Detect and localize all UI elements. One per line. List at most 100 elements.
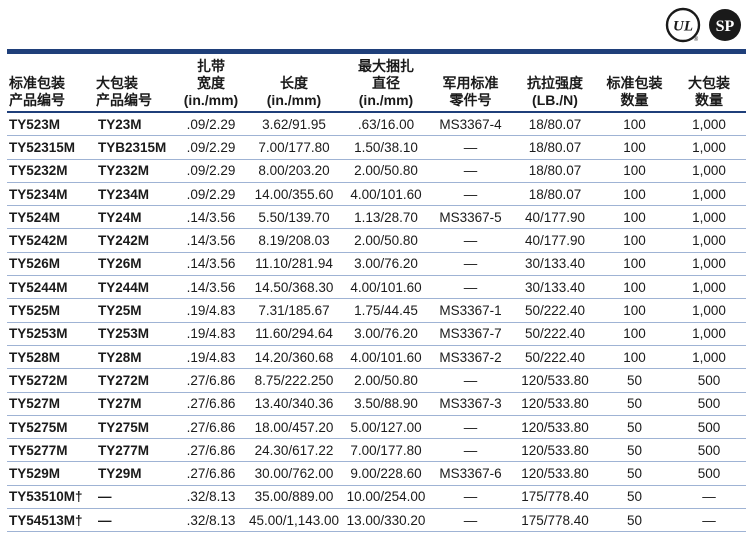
table-cell: 1,000: [672, 228, 746, 253]
table-cell: 3.00/76.20: [344, 322, 428, 346]
table-cell: 1,000: [672, 298, 746, 323]
column-header-line: 大包装: [688, 75, 730, 91]
table-cell: 1.50/38.10: [344, 135, 428, 160]
table-cell: 45.00/1,143.00: [244, 508, 344, 533]
certification-logos: UL ® SP: [665, 6, 743, 44]
table-cell: 175/778.40: [513, 485, 597, 510]
ul-listed-icon: UL ®: [665, 7, 701, 43]
table-cell: —: [672, 485, 746, 510]
table-cell: .27/6.86: [178, 392, 244, 416]
table-cell: 5.00/127.00: [344, 415, 428, 440]
table-cell: 50: [597, 508, 672, 533]
table-cell: .14/3.56: [178, 228, 244, 253]
table-row: TY523M TY23M .09/2.29 3.62/91.95.63/16.00 MS…: [7, 112, 746, 137]
csa-mark: SP: [716, 18, 735, 35]
table-cell: 9.00/228.60: [344, 461, 428, 486]
table-row: TY5232M TY232M .09/2.29 8.00/203.20 2.00/50.…: [7, 159, 746, 183]
table-row: TY528M TY28M .19/4.83 14.20/360.68 4.00/101.…: [7, 345, 746, 370]
table-cell: .14/3.56: [178, 252, 244, 277]
table-cell: 1,000: [672, 252, 746, 277]
table-cell: 7.00/177.80: [344, 438, 428, 463]
table-cell: 30/133.40: [513, 252, 597, 277]
table-cell: 8.00/203.20: [244, 159, 344, 183]
table-cell: 1,000: [672, 275, 746, 300]
column-header-line: 标准包装: [9, 75, 65, 91]
column-header: 抗拉强度 (LB./N): [513, 58, 597, 113]
table-cell: TY528M: [7, 345, 94, 370]
table-cell: 7.00/177.80: [244, 135, 344, 160]
table-cell: 1,000: [672, 159, 746, 183]
table-row: TY5275M TY275M .27/6.86 18.00/457.20 5.00/12…: [7, 415, 746, 440]
column-header-line: 宽度: [197, 75, 225, 91]
table-cell: TY5275M: [7, 415, 94, 440]
table-cell: —: [428, 252, 513, 277]
table-cell: 18/80.07: [513, 135, 597, 160]
table-cell: 7.31/185.67: [244, 298, 344, 323]
table-cell: 3.62/91.95: [244, 112, 344, 137]
table-cell: TY275M: [94, 415, 178, 440]
table-cell: —: [428, 159, 513, 183]
table-cell: 100: [597, 345, 672, 370]
table-cell: —: [428, 485, 513, 510]
table-cell: 8.75/222.250: [244, 368, 344, 393]
table-cell: —: [428, 135, 513, 160]
table-cell: .19/4.83: [178, 345, 244, 370]
table-cell: 14.50/368.30: [244, 275, 344, 300]
table-cell: .27/6.86: [178, 438, 244, 463]
table-cell: 100: [597, 322, 672, 346]
column-header-line: 长度: [280, 75, 308, 91]
column-header: 大包装 产品编号: [94, 58, 178, 113]
table-cell: 175/778.40: [513, 508, 597, 533]
table-cell: 50: [597, 438, 672, 463]
table-cell: TY5272M: [7, 368, 94, 393]
table-cell: MS3367-3: [428, 392, 513, 416]
table-cell: —: [428, 182, 513, 207]
table-row: TY54513M† — .32/8.13 45.00/1,143.00 13.00/33…: [7, 508, 746, 533]
table-cell: 100: [597, 159, 672, 183]
table-cell: 500: [672, 415, 746, 440]
table-cell: 1,000: [672, 135, 746, 160]
table-cell: 100: [597, 252, 672, 277]
header-rule: [7, 49, 746, 54]
table-cell: .19/4.83: [178, 298, 244, 323]
table-cell: TY5277M: [7, 438, 94, 463]
table-cell: 100: [597, 182, 672, 207]
table-row: TY527M TY27M .27/6.86 13.40/340.36 3.50/88.9…: [7, 392, 746, 416]
table-row: TY53510M† — .32/8.13 35.00/889.00 10.00/254.…: [7, 485, 746, 510]
column-header-line: (in./mm): [183, 92, 239, 108]
table-cell: TY53510M†: [7, 485, 94, 510]
table-cell: 100: [597, 228, 672, 253]
table-cell: TY526M: [7, 252, 94, 277]
table-cell: 1,000: [672, 322, 746, 346]
table-cell: MS3367-4: [428, 112, 513, 137]
table-cell: 14.20/360.68: [244, 345, 344, 370]
table-cell: TY234M: [94, 182, 178, 207]
table-cell: —: [428, 368, 513, 393]
table-cell: 8.19/208.03: [244, 228, 344, 253]
table-cell: .14/3.56: [178, 275, 244, 300]
table-cell: .27/6.86: [178, 461, 244, 486]
table-row: TY5244M TY244M .14/3.56 14.50/368.30 4.00/10…: [7, 275, 746, 300]
table-row: TY529M TY29M .27/6.86 30.00/762.00 9.00/228.…: [7, 461, 746, 486]
table-cell: 18/80.07: [513, 112, 597, 137]
table-cell: 50: [597, 392, 672, 416]
table-cell: MS3367-2: [428, 345, 513, 370]
table-cell: 50/222.40: [513, 298, 597, 323]
table-cell: 1,000: [672, 182, 746, 207]
table-cell: TY244M: [94, 275, 178, 300]
csa-certified-icon: SP: [709, 9, 741, 41]
column-header-line: 数量: [695, 92, 723, 108]
column-header-line: (in./mm): [266, 92, 322, 108]
table-cell: .32/8.13: [178, 485, 244, 510]
table-cell: .09/2.29: [178, 135, 244, 160]
table-cell: 500: [672, 368, 746, 393]
table-cell: 18/80.07: [513, 182, 597, 207]
table-cell: 13.00/330.20: [344, 508, 428, 533]
table-cell: 120/533.80: [513, 392, 597, 416]
table-row: TY526M TY26M .14/3.56 11.10/281.94 3.00/76.2…: [7, 252, 746, 277]
table-cell: MS3367-6: [428, 461, 513, 486]
table-cell: —: [672, 508, 746, 533]
table-cell: 500: [672, 392, 746, 416]
table-cell: TY5242M: [7, 228, 94, 253]
table-cell: 1,000: [672, 205, 746, 230]
